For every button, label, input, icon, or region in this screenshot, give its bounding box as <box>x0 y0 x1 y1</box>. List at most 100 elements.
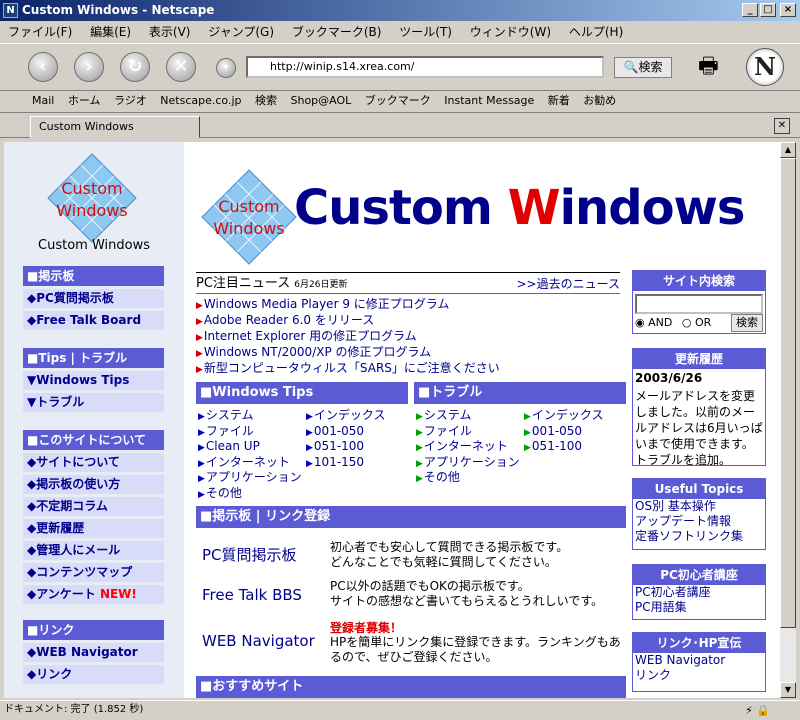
vertical-scrollbar[interactable]: ▲ ▼ <box>780 142 796 698</box>
left-link-windows-tips[interactable]: ▼Windows Tips <box>23 371 164 390</box>
bbs-head: ■掲示板 | リンク登録 <box>196 506 626 528</box>
news-item[interactable]: Internet Explorer 用の修正プログラム <box>196 328 620 344</box>
beginner-link[interactable]: PC用語集 <box>633 600 765 615</box>
left-link-survey[interactable]: ◆アンケート NEW! <box>23 585 164 604</box>
tab-custom-windows[interactable]: Custom Windows <box>30 116 200 138</box>
beginner-link[interactable]: PC初心者講座 <box>633 585 765 600</box>
forward-button[interactable]: › <box>74 52 104 82</box>
search-link[interactable]: 検索 <box>255 94 277 107</box>
free-talk-bbs-link[interactable]: Free Talk BBS <box>202 586 302 604</box>
site-title: Custom Windows <box>294 180 745 236</box>
maximize-button[interactable]: □ <box>760 3 776 17</box>
menu-window[interactable]: ウィンドウ(W) <box>470 25 551 39</box>
news-item[interactable]: Windows Media Player 9 に修正プログラム <box>196 296 620 312</box>
scroll-up-button[interactable]: ▲ <box>780 142 796 158</box>
netscape-link[interactable]: Netscape.co.jp <box>160 94 241 107</box>
site-logo: Custom Windows <box>201 169 297 265</box>
status-text: ドキュメント: 完了 (1.852 秒) <box>4 704 144 715</box>
site-search-button[interactable]: 検索 <box>731 314 763 332</box>
left-about-box: ■このサイトについて ◆サイトについて ◆掲示板の使い方 ◆不定期コラム ◆更新… <box>23 430 164 604</box>
search-options: ◉ AND ○ OR 検索 <box>633 314 765 332</box>
left-link-mail[interactable]: ◆管理人にメール <box>23 541 164 560</box>
home-link[interactable]: ホーム <box>68 94 101 107</box>
url-input[interactable]: http://winip.s14.xrea.com/ <box>246 56 604 78</box>
web-navigator-link[interactable]: WEB Navigator <box>202 632 315 650</box>
menu-file[interactable]: ファイル(F) <box>8 25 72 39</box>
recommend-head: ■おすすめサイト <box>196 676 626 698</box>
tips-link[interactable]: 101-150 <box>306 455 364 473</box>
radio-or[interactable]: ○ <box>682 316 692 329</box>
left-link-history[interactable]: ◆更新履歴 <box>23 519 164 538</box>
search-button-label: 検索 <box>638 60 663 74</box>
dropdown-button[interactable]: ▾ <box>216 58 236 78</box>
left-links-box: ■リンク ◆WEB Navigator ◆リンク <box>23 620 164 684</box>
bookmark-link[interactable]: ブックマーク <box>365 94 431 107</box>
mail-link[interactable]: Mail <box>32 94 54 107</box>
wn-desc-line2: るので、ぜひご登録ください。 <box>330 650 498 664</box>
reload-button[interactable]: ↻ <box>120 52 150 82</box>
menu-bookmarks[interactable]: ブックマーク(B) <box>292 25 382 39</box>
site-search-box: サイト内検索 ◉ AND ○ OR 検索 <box>632 270 766 334</box>
left-link-contents-map[interactable]: ◆コンテンツマップ <box>23 563 164 582</box>
left-tips-head: ■Tips | トラブル <box>23 348 164 368</box>
menu-view[interactable]: 表示(V) <box>149 25 191 39</box>
close-button[interactable]: × <box>780 3 796 17</box>
site-search-input[interactable] <box>635 294 763 314</box>
link-hp-head: リンク･HP宣伝 <box>633 633 765 653</box>
title-bar[interactable]: N Custom Windows - Netscape _ □ × <box>0 0 800 21</box>
left-link-free-talk[interactable]: ◆Free Talk Board <box>23 311 164 330</box>
instant-message-link[interactable]: Instant Message <box>444 94 534 107</box>
new-link[interactable]: 新着 <box>548 94 570 107</box>
menu-edit[interactable]: 編集(E) <box>90 25 131 39</box>
stop-button[interactable]: ✕ <box>166 52 196 82</box>
menu-tools[interactable]: ツール(T) <box>399 25 452 39</box>
trouble-link[interactable]: その他 <box>416 470 460 488</box>
tab-label: Custom Windows <box>39 120 134 133</box>
radio-and[interactable]: ◉ <box>635 316 645 329</box>
left-link-bbs-howto[interactable]: ◆掲示板の使い方 <box>23 475 164 494</box>
menu-go[interactable]: ジャンプ(G) <box>208 25 274 39</box>
news-item[interactable]: 新型コンピュータウィルス「SARS」にご注意ください <box>196 360 620 376</box>
link-hp-box: リンク･HP宣伝 WEB Navigator リンク <box>632 632 766 692</box>
personal-toolbar: Mail ホーム ラジオ Netscape.co.jp 検索 Shop@AOL … <box>0 91 800 113</box>
survey-label: ◆アンケート <box>27 587 96 601</box>
left-link-column[interactable]: ◆不定期コラム <box>23 497 164 516</box>
radio-link[interactable]: ラジオ <box>114 94 147 107</box>
left-link-links[interactable]: ◆リンク <box>23 665 164 684</box>
search-button[interactable]: 🔍検索 <box>614 57 672 78</box>
left-bbs-box: ■掲示板 ◆PC質問掲示板 ◆Free Talk Board <box>23 266 164 330</box>
navigation-toolbar: ‹ › ↻ ✕ ▾ http://winip.s14.xrea.com/ 🔍検索… <box>0 43 800 91</box>
link-hp-link[interactable]: WEB Navigator <box>633 653 765 668</box>
left-link-web-navigator[interactable]: ◆WEB Navigator <box>23 643 164 662</box>
site-search-head: サイト内検索 <box>633 271 765 291</box>
pc-question-bbs-link[interactable]: PC質問掲示板 <box>202 546 297 564</box>
recommend-link[interactable]: お勧め <box>583 94 616 107</box>
left-link-about-site[interactable]: ◆サイトについて <box>23 453 164 472</box>
back-button[interactable]: ‹ <box>28 52 58 82</box>
print-icon[interactable]: 🖶 <box>698 52 728 82</box>
news-item[interactable]: Adobe Reader 6.0 をリリース <box>196 312 620 328</box>
close-tab-icon[interactable]: ✕ <box>774 118 790 134</box>
tips-link[interactable]: その他 <box>198 486 242 504</box>
scroll-thumb[interactable] <box>780 158 796 628</box>
menu-help[interactable]: ヘルプ(H) <box>569 25 623 39</box>
trouble-link[interactable]: 051-100 <box>524 439 582 457</box>
minimize-button[interactable]: _ <box>742 3 758 17</box>
past-news-link[interactable]: >>過去のニュース <box>516 273 620 295</box>
left-link-pc-question[interactable]: ◆PC質問掲示板 <box>23 289 164 308</box>
useful-link[interactable]: 定番ソフトリンク集 <box>633 529 765 544</box>
small-logo-line1: Custom <box>61 179 122 198</box>
news-item[interactable]: Windows NT/2000/XP の修正プログラム <box>196 344 620 360</box>
shop-link[interactable]: Shop@AOL <box>291 94 352 107</box>
free-talk-desc: PC以外の話題でもOKの掲示板です。 サイトの感想など書いてもらえるとうれしいで… <box>330 579 630 609</box>
scroll-down-button[interactable]: ▼ <box>780 682 796 698</box>
pc-desc-line1: 初心者でも安心して質問できる掲示板です。 <box>330 540 569 554</box>
history-head: 更新履歴 <box>633 349 765 369</box>
useful-link[interactable]: OS別 基本操作 <box>633 499 765 514</box>
window-title: Custom Windows - Netscape <box>22 3 215 17</box>
link-hp-link[interactable]: リンク <box>633 668 765 683</box>
netscape-logo[interactable]: N <box>746 48 784 86</box>
useful-link[interactable]: アップデート情報 <box>633 514 765 529</box>
site-title-part1: Custom <box>294 180 508 236</box>
left-link-trouble[interactable]: ▼トラブル <box>23 393 164 412</box>
